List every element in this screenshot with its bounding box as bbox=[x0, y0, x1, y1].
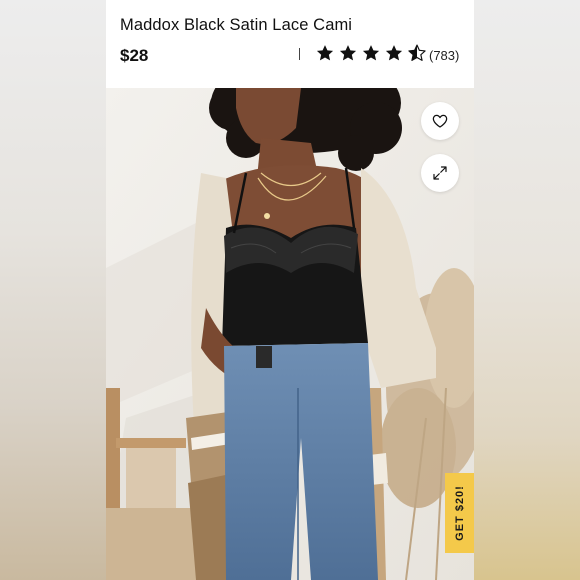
model-photo-illustration bbox=[106, 88, 474, 580]
header-divider bbox=[299, 48, 300, 60]
star-half-icon bbox=[408, 44, 426, 61]
promo-tab[interactable]: GET $20! bbox=[445, 473, 474, 553]
product-header: Maddox Black Satin Lace Cami $28 (783) bbox=[106, 0, 474, 88]
background-blur-right bbox=[474, 0, 580, 580]
expand-icon bbox=[433, 166, 447, 180]
like-button[interactable] bbox=[421, 102, 459, 140]
screenshot-frame: Maddox Black Satin Lace Cami $28 (783) G… bbox=[0, 0, 580, 580]
rating-stars[interactable] bbox=[315, 43, 427, 63]
star-full-icon bbox=[339, 45, 357, 61]
product-price: $28 bbox=[120, 46, 149, 65]
star-full-icon bbox=[362, 45, 380, 61]
promo-label: GET $20! bbox=[453, 485, 466, 541]
rating-count[interactable]: (783) bbox=[429, 48, 459, 63]
expand-button[interactable] bbox=[421, 154, 459, 192]
star-full-icon bbox=[385, 45, 403, 61]
product-photo[interactable]: GET $20! bbox=[106, 88, 474, 580]
heart-icon bbox=[432, 114, 448, 128]
star-full-icon bbox=[316, 45, 334, 61]
product-title: Maddox Black Satin Lace Cami bbox=[120, 16, 353, 34]
product-card: Maddox Black Satin Lace Cami $28 (783) G… bbox=[106, 0, 474, 580]
background-blur-left bbox=[0, 0, 106, 580]
